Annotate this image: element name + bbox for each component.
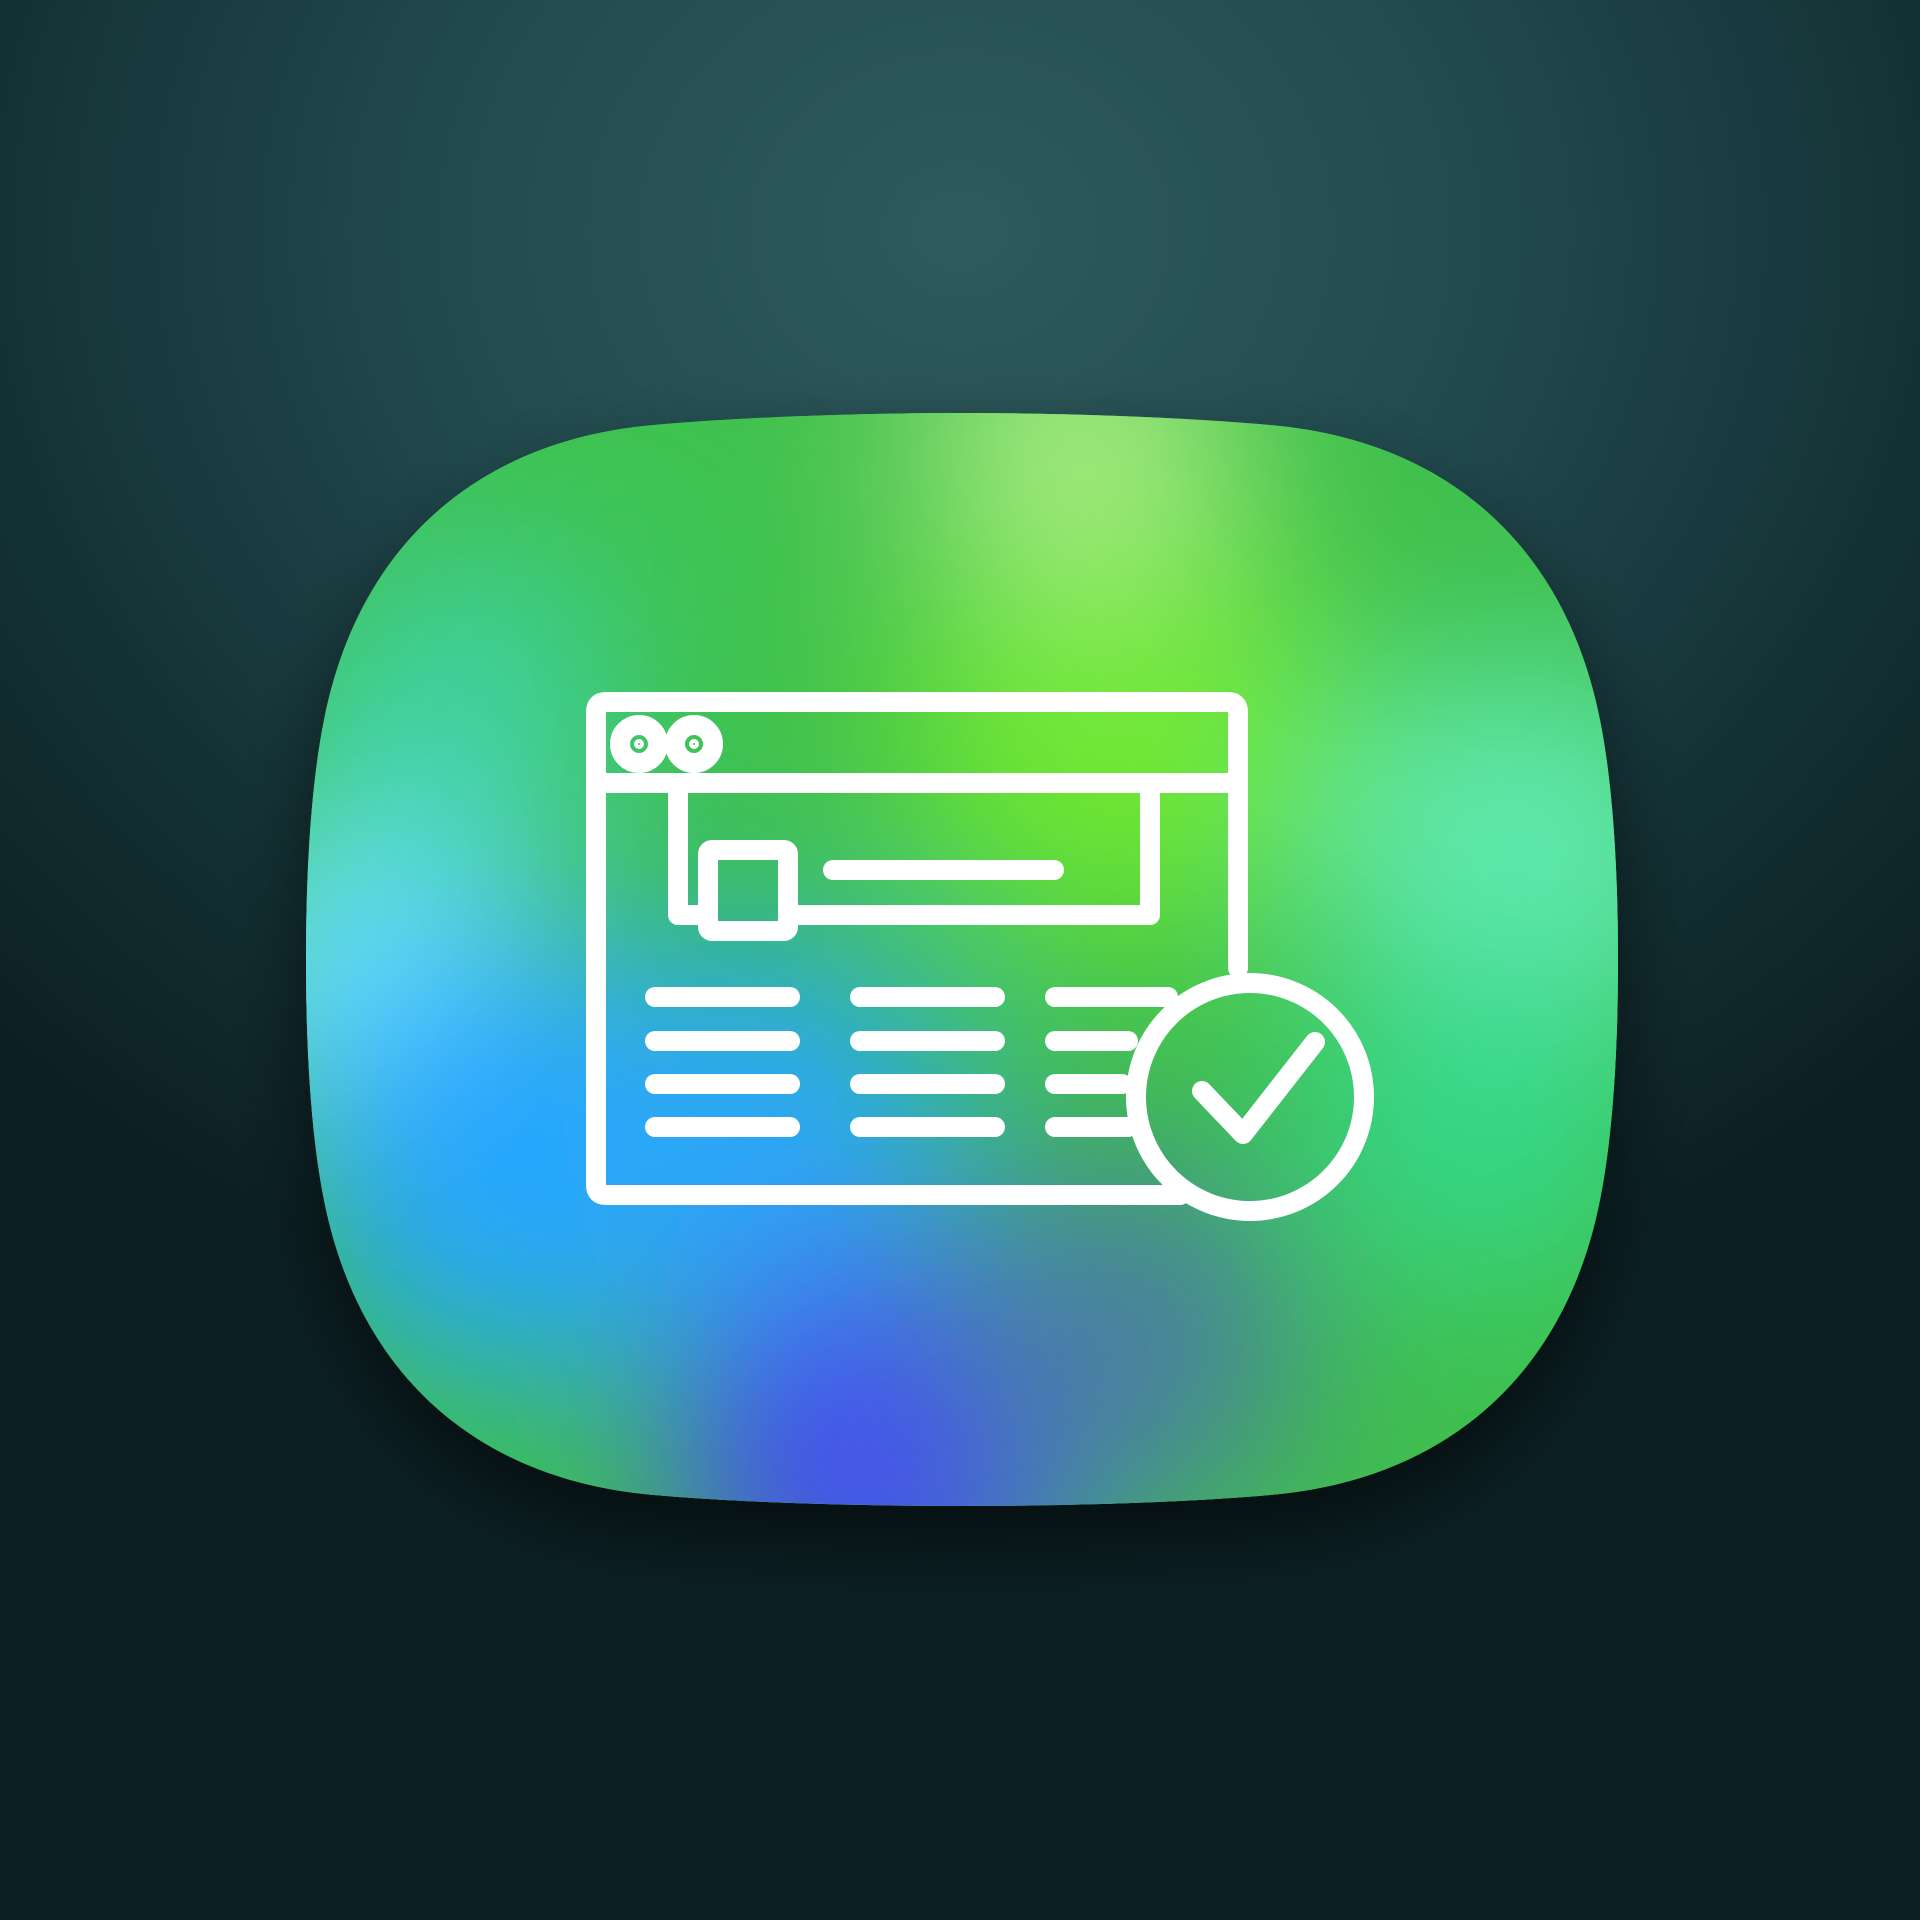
window-control-dot bbox=[634, 739, 644, 749]
app-icon-stage bbox=[0, 0, 1920, 1920]
window-control-dot bbox=[689, 739, 699, 749]
squircle-gradient bbox=[306, 413, 1618, 1506]
app-icon-canvas bbox=[306, 413, 1618, 1506]
